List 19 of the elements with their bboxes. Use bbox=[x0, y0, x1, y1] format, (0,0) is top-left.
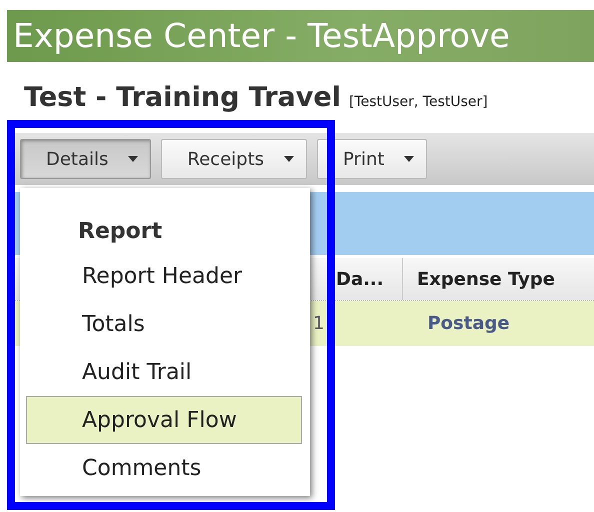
dropdown-button[interactable]: Print bbox=[317, 139, 428, 179]
report-owner: [TestUser, TestUser] bbox=[348, 94, 488, 110]
dropdown-button[interactable]: Receipts bbox=[161, 139, 308, 179]
column-header[interactable]: Da... bbox=[336, 258, 403, 300]
app-title: Expense Center - TestApprove bbox=[13, 16, 510, 56]
menu-heading: Report bbox=[77, 218, 164, 246]
menu-item[interactable]: Audit Trail bbox=[26, 348, 302, 396]
menu-item[interactable]: Totals bbox=[26, 300, 302, 348]
menu-item[interactable]: Report Header bbox=[26, 252, 302, 300]
caret-icon bbox=[284, 156, 294, 162]
menu-item[interactable]: Comments bbox=[26, 444, 302, 492]
caret-icon bbox=[128, 156, 138, 162]
dropdown-button[interactable]: Details bbox=[20, 139, 152, 179]
table-cell: 1 bbox=[313, 313, 324, 334]
menu-item[interactable]: Approval Flow bbox=[26, 396, 302, 444]
report-title: Test - Training Travel bbox=[24, 82, 341, 113]
caret-icon bbox=[404, 156, 414, 162]
table-cell-text: Postage bbox=[426, 313, 510, 334]
column-header[interactable]: Expense Type bbox=[403, 268, 555, 290]
